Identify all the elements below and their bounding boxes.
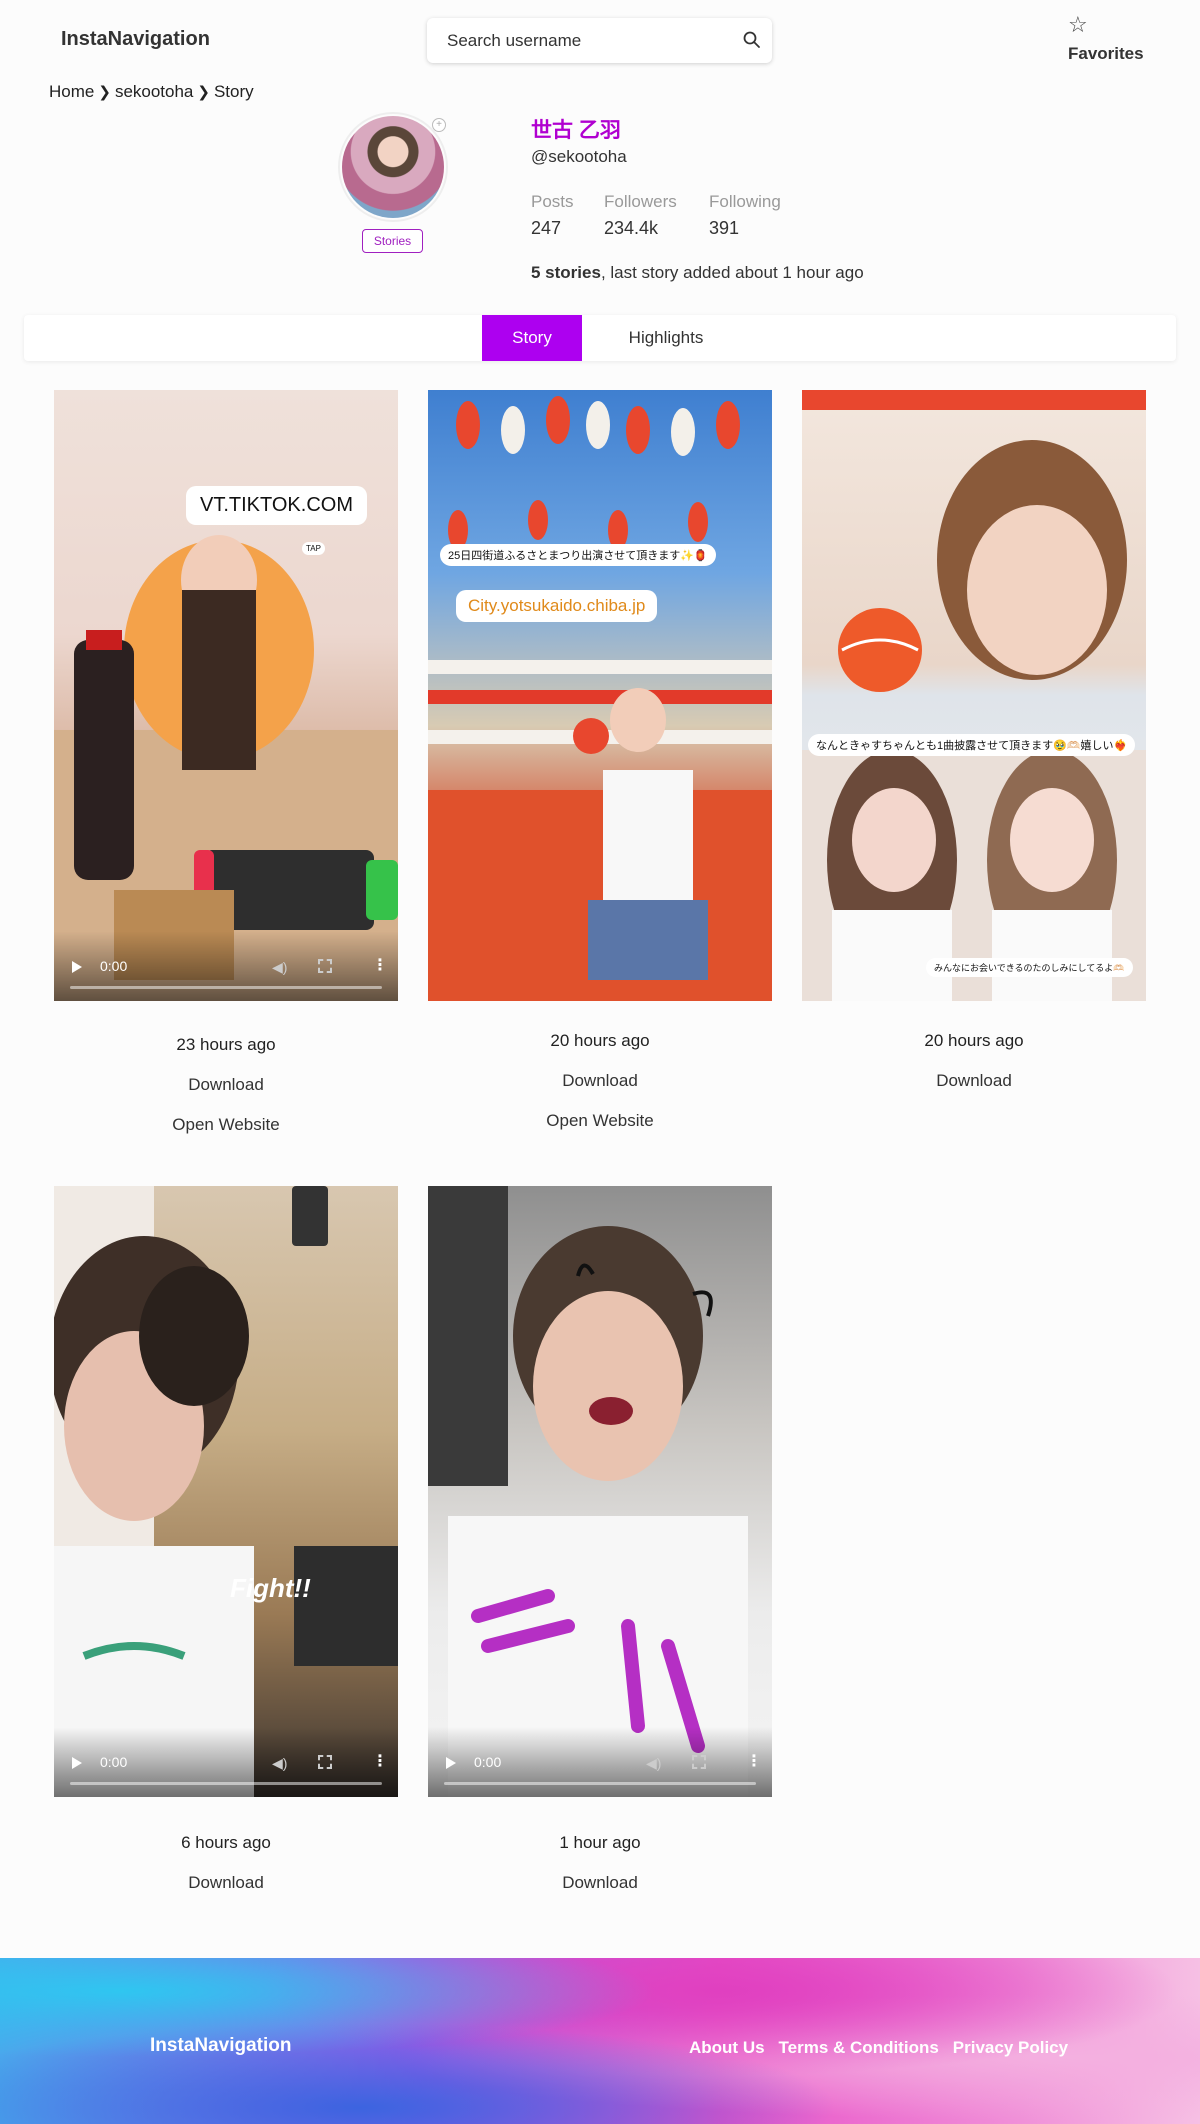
favorites-label: Favorites [1068, 44, 1144, 63]
stories-summary: 5 stories, last story added about 1 hour… [531, 263, 864, 283]
footer-logo[interactable]: InstaNavigation [150, 2035, 291, 2057]
fullscreen-icon[interactable] [318, 1755, 332, 1769]
download-link[interactable]: Download [428, 1873, 772, 1893]
story-video[interactable]: 0:00 ◀) ⋮ [428, 1186, 772, 1797]
play-icon[interactable] [72, 961, 82, 973]
fullscreen-icon[interactable] [692, 1755, 706, 1769]
video-progress-bar[interactable] [70, 986, 382, 989]
footer-links: About Us Terms & Conditions Privacy Poli… [689, 2038, 1068, 2058]
story-overlay-text: なんときゃすちゃんとも1曲披露させて頂きます🥹🫶🏻嬉しい❤️‍🔥 [808, 734, 1136, 756]
stat-label: Followers [604, 192, 677, 211]
plus-icon: + [432, 118, 446, 132]
volume-icon[interactable]: ◀) [646, 1755, 661, 1772]
story-video[interactable]: VT.TIKTOK.COM TAP 0:00 ◀) ⋮ [54, 390, 398, 1001]
fullscreen-icon[interactable] [318, 959, 332, 973]
search-input[interactable] [427, 18, 727, 63]
open-website-link[interactable]: Open Website [54, 1115, 398, 1135]
story-overlay-link: City.yotsukaido.chiba.jp [456, 590, 658, 622]
download-link[interactable]: Download [54, 1075, 398, 1095]
site-header: InstaNavigation ☆ Favorites [0, 0, 1200, 80]
avatar[interactable] [342, 116, 444, 218]
stat-label: Posts [531, 192, 574, 211]
download-link[interactable]: Download [428, 1071, 772, 1091]
stat-value: 391 [709, 218, 740, 238]
story-time: 20 hours ago [550, 1031, 650, 1050]
search-box [427, 18, 772, 63]
play-icon[interactable] [72, 1757, 82, 1769]
breadcrumb-user[interactable]: sekootoha [115, 82, 193, 102]
story-time: 6 hours ago [181, 1833, 271, 1852]
chevron-right-icon: ❯ [98, 84, 111, 101]
open-website-link[interactable]: Open Website [428, 1111, 772, 1131]
story-thumbnail [428, 1186, 748, 1797]
video-controls: 0:00 ◀) ⋮ [54, 1727, 398, 1797]
stories-count: 5 stories [531, 263, 601, 282]
story-time: 1 hour ago [559, 1833, 641, 1852]
stat-following: Following 391 [709, 192, 781, 239]
footer-link-privacy[interactable]: Privacy Policy [953, 2038, 1068, 2058]
story-image[interactable]: 25日四街道ふるさとまつり出演させて頂きます✨🏮 City.yotsukaido… [428, 390, 772, 1001]
video-progress-bar[interactable] [70, 1782, 382, 1785]
footer-link-terms[interactable]: Terms & Conditions [779, 2038, 939, 2058]
video-controls: 0:00 ◀) ⋮ [54, 931, 398, 1001]
play-icon[interactable] [446, 1757, 456, 1769]
more-options-icon[interactable]: ⋮ [372, 1751, 388, 1771]
chevron-right-icon: ❯ [197, 84, 210, 101]
search-icon[interactable] [742, 30, 762, 50]
stat-label: Following [709, 192, 781, 211]
story-overlay-text: みんなにお会いできるのたのしみにしてるよ🫶🏻 [926, 958, 1133, 977]
favorites-button[interactable]: ☆ Favorites [1068, 12, 1178, 72]
video-controls: 0:00 ◀) ⋮ [428, 1727, 772, 1797]
site-logo[interactable]: InstaNavigation [61, 28, 210, 51]
breadcrumb-home[interactable]: Home [49, 82, 94, 102]
download-link[interactable]: Download [54, 1873, 398, 1893]
volume-icon[interactable]: ◀) [272, 959, 287, 976]
story-overlay-text: TAP [302, 542, 325, 555]
stories-badge[interactable]: Stories [362, 229, 423, 253]
profile-display-name: 󠁧󠁢世古 乙羽󠁧󠁢 [531, 119, 621, 142]
story-time: 20 hours ago [924, 1031, 1024, 1050]
tab-bar: Story Highlights [24, 315, 1176, 361]
story-time: 23 hours ago [176, 1035, 276, 1054]
story-overlay-text: 25日四街道ふるさとまつり出演させて頂きます✨🏮 [440, 544, 716, 566]
story-overlay-text: Fight!! [230, 1573, 311, 1603]
story-thumbnail [54, 1186, 398, 1797]
profile-handle: @sekootoha [531, 147, 627, 166]
breadcrumb-current: Story [213, 82, 254, 101]
story-thumbnail [54, 535, 398, 1001]
stat-followers: Followers 234.4k [604, 192, 677, 239]
story-image[interactable]: なんときゃすちゃんとも1曲披露させて頂きます🥹🫶🏻嬉しい❤️‍🔥 みんなにお会い… [802, 390, 1146, 1001]
story-thumbnail [428, 396, 772, 1001]
stat-posts: Posts 247 [531, 192, 574, 239]
volume-icon[interactable]: ◀) [272, 1755, 287, 1772]
more-options-icon[interactable]: ⋮ [372, 955, 388, 975]
tab-story[interactable]: Story [482, 315, 582, 361]
video-time: 0:00 [100, 1754, 128, 1770]
stat-value: 247 [531, 218, 562, 238]
story-video[interactable]: Fight!! 0:00 ◀) ⋮ [54, 1186, 398, 1797]
video-time: 0:00 [474, 1754, 502, 1770]
tab-highlights[interactable]: Highlights [606, 315, 726, 361]
video-time: 0:00 [100, 958, 128, 974]
footer-link-about[interactable]: About Us [689, 2038, 765, 2058]
stat-value: 234.4k [604, 218, 659, 238]
more-options-icon[interactable]: ⋮ [746, 1751, 762, 1771]
site-footer: InstaNavigation About Us Terms & Conditi… [0, 1958, 1200, 2124]
star-icon: ☆ [1068, 12, 1088, 37]
story-overlay-text: VT.TIKTOK.COM [186, 486, 367, 525]
stories-last-added: , last story added about 1 hour ago [600, 263, 864, 282]
video-progress-bar[interactable] [444, 1782, 756, 1785]
download-link[interactable]: Download [802, 1071, 1146, 1091]
breadcrumb: Home ❯ sekootoha ❯ Story [49, 82, 254, 102]
story-thumbnail [802, 390, 1146, 1001]
